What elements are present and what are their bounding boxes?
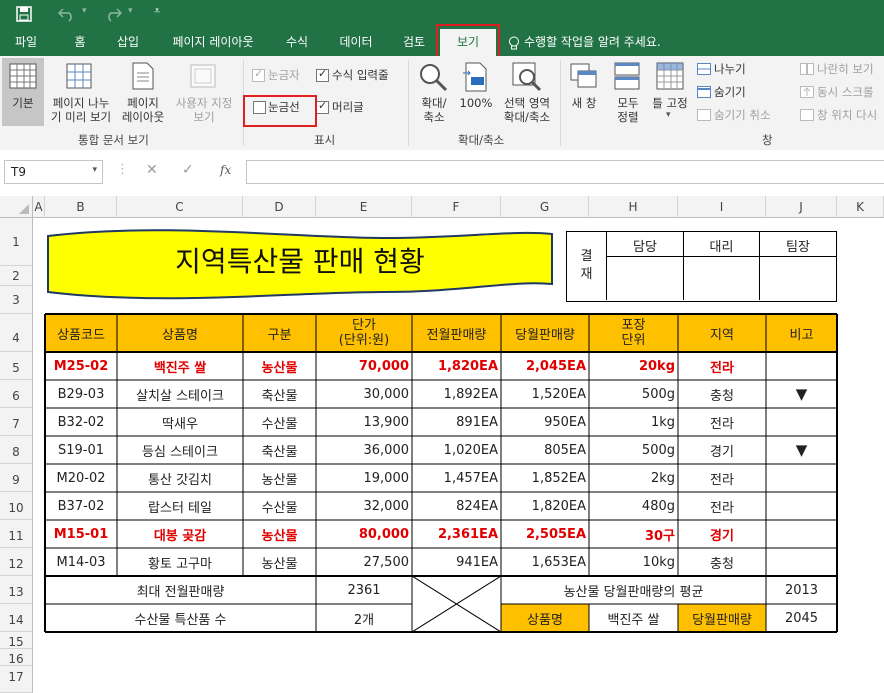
table-borders — [44, 313, 838, 633]
